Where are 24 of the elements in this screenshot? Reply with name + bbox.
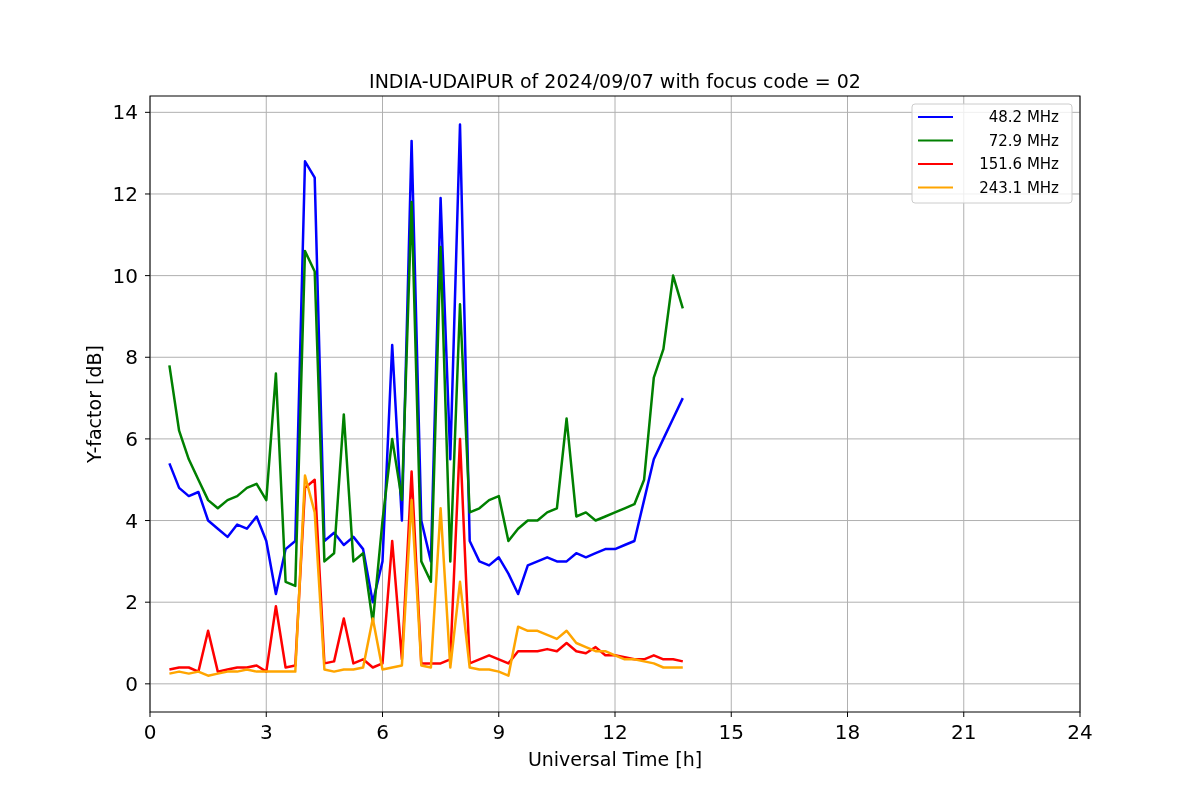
chart-title: INDIA-UDAIPUR of 2024/09/07 with focus code = 02 xyxy=(369,70,861,92)
y-tick-label: 8 xyxy=(125,345,138,370)
x-tick-label: 6 xyxy=(376,720,389,744)
y-tick-label: 12 xyxy=(112,181,138,206)
legend-label: 48.2 MHz xyxy=(988,108,1059,126)
x-tick-label: 12 xyxy=(602,720,628,744)
x-tick-label: 15 xyxy=(718,720,744,744)
y-tick-label: 2 xyxy=(125,590,138,615)
y-tick-label: 6 xyxy=(125,426,138,451)
x-tick-label: 24 xyxy=(1067,720,1093,744)
y-tick-label: 0 xyxy=(125,671,138,696)
y-tick-label: 10 xyxy=(112,263,138,288)
x-tick-label: 3 xyxy=(259,720,273,744)
x-tick-label: 0 xyxy=(143,720,157,744)
y-tick-label: 4 xyxy=(125,508,138,533)
legend-label: 243.1 MHz xyxy=(979,178,1059,197)
legend-label: 72.9 MHz xyxy=(988,131,1059,150)
y-tick-label: 14 xyxy=(112,100,138,125)
x-tick-label: 21 xyxy=(951,720,977,744)
legend-label: 151.6 MHz xyxy=(979,155,1059,173)
x-tick-label: 18 xyxy=(834,720,861,744)
x-tick-label: 9 xyxy=(492,720,506,744)
x-axis-label: Universal Time [h] xyxy=(527,748,703,770)
y-axis-label: Y-factor [dB] xyxy=(83,345,105,463)
